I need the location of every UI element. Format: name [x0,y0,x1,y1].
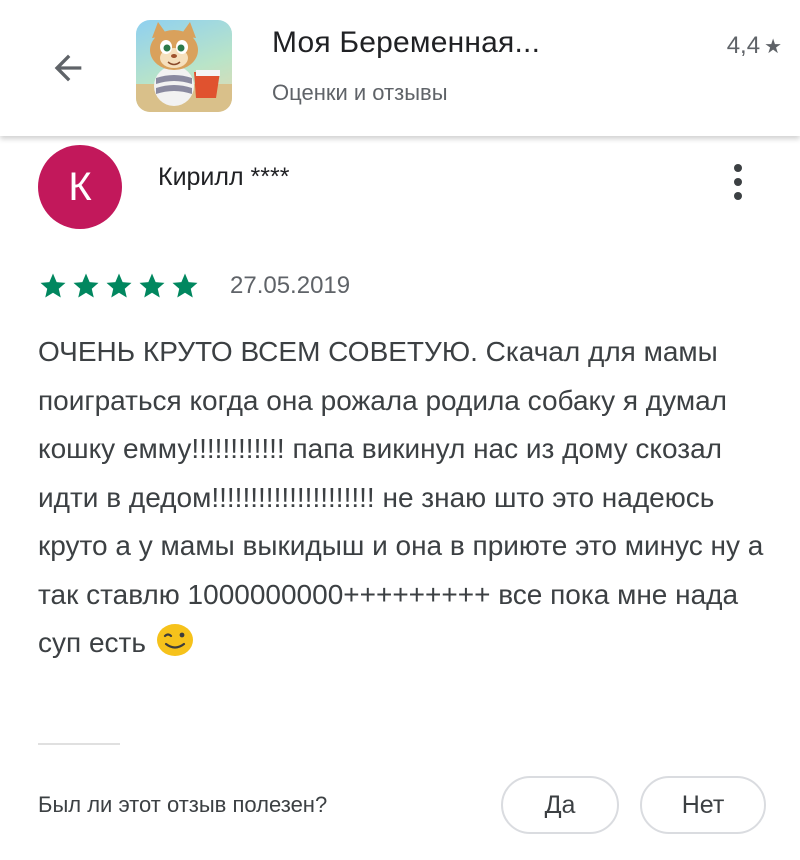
app-title: Моя Беременная... [272,26,541,59]
review-body: ОЧЕНЬ КРУТО ВСЕМ СОВЕТУЮ. Скачал для мам… [38,328,773,668]
app-icon[interactable] [136,20,232,112]
review-stars [38,271,200,301]
page-subtitle: Оценки и отзывы [272,80,448,105]
reviewer-name: Кирилл **** [158,163,290,191]
review-date: 27.05.2019 [230,272,351,299]
helpful-yes-button[interactable]: Да [501,776,619,834]
helpful-question: Был ли этот отзыв полезен? [38,792,328,817]
avatar: К [38,145,122,229]
star-icon [172,273,198,298]
star-icon: ★ [764,35,782,58]
more-options-button[interactable] [716,160,760,204]
arrow-back-icon [54,54,82,82]
helpful-no-button[interactable]: Нет [640,776,766,834]
smiley-wink-icon [156,624,193,656]
divider [38,743,120,745]
app-header: Моя Беременная... Оценки и отзывы 4,4 ★ [0,0,800,136]
review-text: ОЧЕНЬ КРУТО ВСЕМ СОВЕТУЮ. Скачал для мам… [38,336,764,658]
avatar-letter: К [68,164,92,209]
more-vert-icon [734,164,742,200]
back-button[interactable] [38,38,98,98]
rating-value: 4,4 [726,32,761,59]
star-icon [40,273,66,298]
star-icon [106,273,132,298]
overall-rating: 4,4 ★ [727,32,782,60]
star-icon [73,273,99,298]
star-icon [139,273,165,298]
cat-character-icon [136,22,232,112]
